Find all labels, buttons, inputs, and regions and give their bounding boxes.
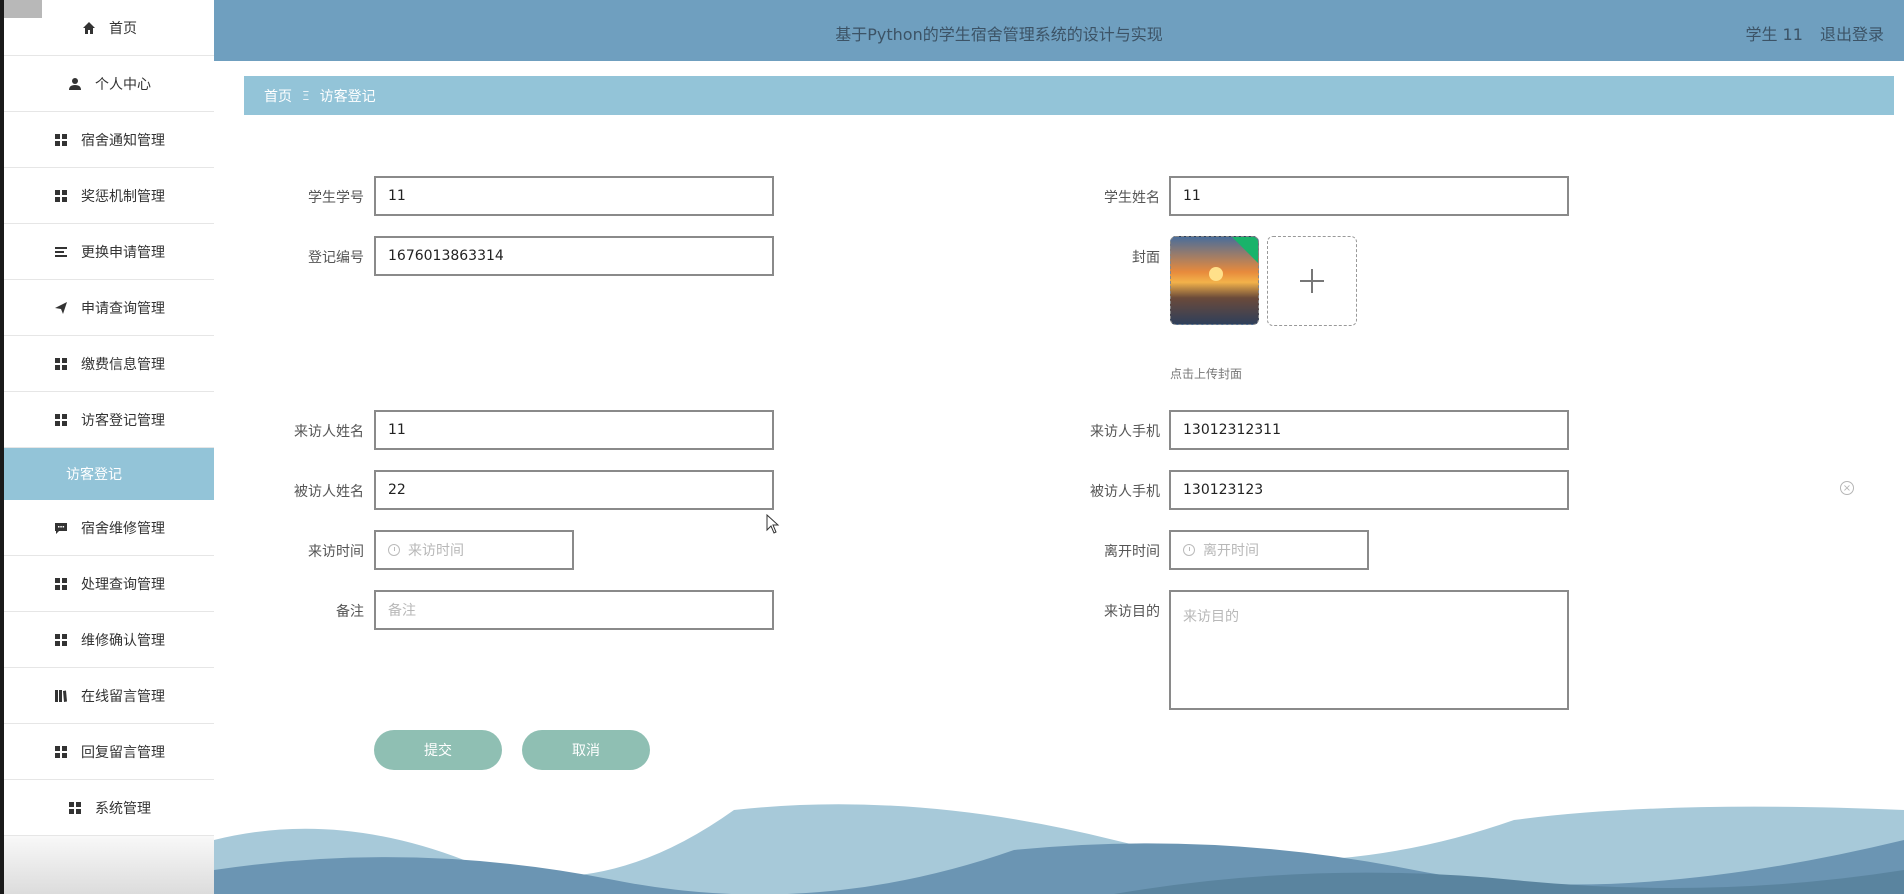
user-area: 学生 11 退出登录	[1745, 21, 1884, 45]
visited-name-label: 被访人姓名	[294, 484, 364, 500]
sidebar-item-label: 访客登记管理	[81, 412, 165, 429]
leave-time-placeholder: 离开时间	[1203, 543, 1259, 559]
breadcrumb-separator: Ξ	[302, 88, 310, 103]
purpose-textarea[interactable]: 来访目的	[1169, 590, 1569, 710]
user-icon	[67, 76, 83, 92]
cover-label: 封面	[1132, 250, 1160, 266]
sidebar-subitem-visitor-register[interactable]: 访客登记	[4, 448, 214, 500]
visitor-phone-label: 来访人手机	[1090, 424, 1160, 440]
sidebar-item-label: 回复留言管理	[81, 744, 165, 761]
book-icon	[53, 688, 69, 704]
sidebar-item-label: 访客登记	[66, 467, 122, 483]
sidebar-item-visitor-manage[interactable]: 访客登记管理	[4, 392, 214, 448]
visit-time-label: 来访时间	[308, 544, 364, 560]
sidebar-item-change-request[interactable]: 更换申请管理	[4, 224, 214, 280]
grid-icon	[53, 412, 69, 428]
breadcrumb-home[interactable]: 首页	[264, 86, 292, 106]
grid-icon	[53, 356, 69, 372]
top-header: 基于Python的学生宿舍管理系统的设计与实现 学生 11 退出登录	[214, 0, 1904, 61]
cover-upload-hint: 点击上传封面	[1170, 367, 1243, 381]
plus-icon	[1300, 269, 1324, 293]
visit-time-placeholder: 来访时间	[408, 543, 464, 559]
grid-icon	[53, 632, 69, 648]
success-flag-icon	[1232, 237, 1258, 263]
sidebar-item-label: 维修确认管理	[81, 632, 165, 649]
sidebar-item-payment[interactable]: 缴费信息管理	[4, 336, 214, 392]
remark-input[interactable]: 备注	[374, 590, 774, 630]
cover-thumbnail[interactable]	[1170, 236, 1259, 325]
chat-icon	[53, 520, 69, 536]
logout-link[interactable]: 退出登录	[1820, 25, 1884, 44]
sidebar-item-label: 宿舍通知管理	[81, 132, 165, 149]
visited-phone-label: 被访人手机	[1090, 484, 1160, 500]
cancel-button[interactable]: 取消	[522, 730, 650, 770]
sidebar: 首页 个人中心 宿舍通知管理 奖惩机制管理 更换申请管理 申请查询管理 缴费信息…	[4, 0, 214, 894]
student-name-input[interactable]: 11	[1169, 176, 1569, 216]
send-icon	[53, 300, 69, 316]
visit-time-picker[interactable]: 来访时间	[374, 530, 574, 570]
sidebar-item-process-query[interactable]: 处理查询管理	[4, 556, 214, 612]
sidebar-item-reply[interactable]: 回复留言管理	[4, 724, 214, 780]
reg-no-label: 登记编号	[308, 250, 364, 266]
purpose-label: 来访目的	[1104, 604, 1160, 620]
visited-phone-input[interactable]: 130123123	[1169, 470, 1569, 510]
visited-name-input[interactable]: 22	[374, 470, 774, 510]
window-edge	[0, 0, 4, 894]
grid-icon	[53, 576, 69, 592]
sidebar-item-reward[interactable]: 奖惩机制管理	[4, 168, 214, 224]
leave-time-label: 离开时间	[1104, 544, 1160, 560]
sidebar-item-message[interactable]: 在线留言管理	[4, 668, 214, 724]
sidebar-item-label: 申请查询管理	[81, 300, 165, 317]
sidebar-item-label: 个人中心	[95, 76, 151, 93]
grid-icon	[67, 800, 83, 816]
sidebar-item-request-query[interactable]: 申请查询管理	[4, 280, 214, 336]
submit-button[interactable]: 提交	[374, 730, 502, 770]
sidebar-item-repair[interactable]: 宿舍维修管理	[4, 500, 214, 556]
visitor-phone-input[interactable]: 13012312311	[1169, 410, 1569, 450]
remark-label: 备注	[336, 604, 364, 620]
list-icon	[53, 244, 69, 260]
sidebar-item-label: 奖惩机制管理	[81, 188, 165, 205]
clear-icon[interactable]: ×	[1840, 481, 1854, 495]
breadcrumb-current: 访客登记	[319, 88, 376, 105]
visitor-name-input[interactable]: 11	[374, 410, 774, 450]
visitor-name-label: 来访人姓名	[294, 424, 364, 440]
sidebar-item-label: 在线留言管理	[81, 688, 165, 705]
sidebar-item-label: 宿舍维修管理	[81, 520, 165, 537]
app-title: 基于Python的学生宿舍管理系统的设计与实现	[835, 25, 1163, 44]
clock-icon	[388, 544, 400, 556]
sidebar-item-profile[interactable]: 个人中心	[4, 56, 214, 112]
student-name-label: 学生姓名	[1104, 190, 1160, 206]
grid-icon	[53, 132, 69, 148]
corner-marker	[0, 0, 42, 18]
sidebar-item-label: 缴费信息管理	[81, 356, 165, 373]
username-label: 学生 11	[1745, 25, 1803, 44]
student-no-label: 学生学号	[308, 190, 364, 206]
student-no-input[interactable]: 11	[374, 176, 774, 216]
sidebar-item-label: 更换申请管理	[81, 244, 165, 261]
grid-icon	[53, 188, 69, 204]
leave-time-picker[interactable]: 离开时间	[1169, 530, 1369, 570]
decorative-waves	[214, 804, 1904, 894]
sidebar-item-repair-confirm[interactable]: 维修确认管理	[4, 612, 214, 668]
sidebar-item-label: 处理查询管理	[81, 576, 165, 593]
sidebar-item-label: 首页	[109, 20, 137, 37]
thumbnail-sun	[1209, 267, 1223, 281]
sidebar-item-dorm-notice[interactable]: 宿舍通知管理	[4, 112, 214, 168]
breadcrumb: 首页 Ξ 访客登记	[244, 76, 1894, 115]
clock-icon	[1183, 544, 1195, 556]
sidebar-item-label: 系统管理	[95, 800, 151, 817]
sidebar-item-system[interactable]: 系统管理	[4, 780, 214, 836]
home-icon	[81, 20, 97, 36]
mouse-cursor-icon	[766, 514, 780, 534]
grid-icon	[53, 744, 69, 760]
reg-no-input[interactable]: 1676013863314	[374, 236, 774, 276]
cover-upload-button[interactable]	[1267, 236, 1357, 326]
